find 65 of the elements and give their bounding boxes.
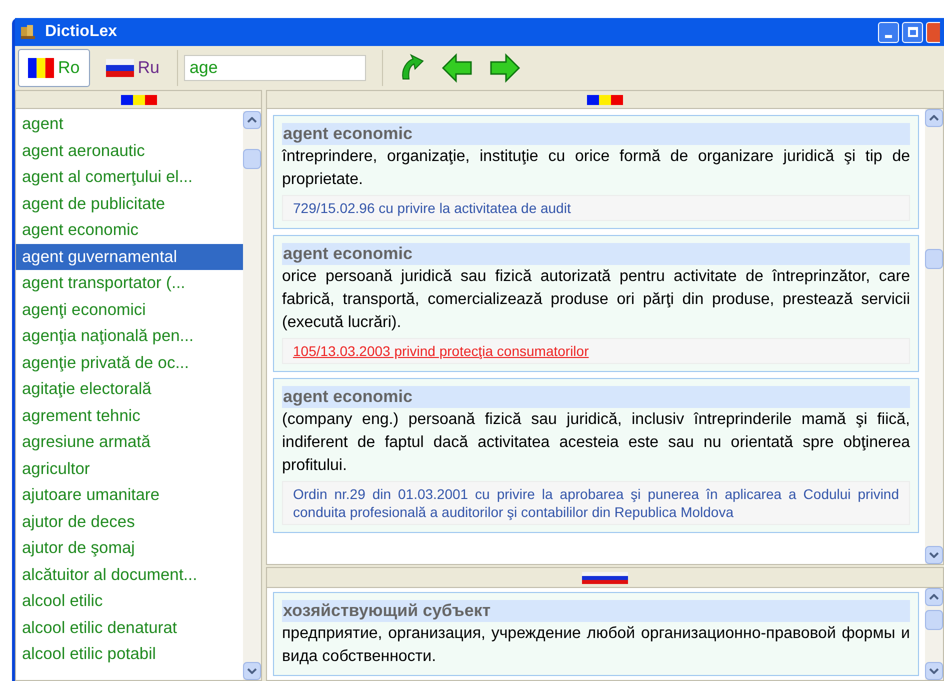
entry-term: agent economic xyxy=(282,386,910,408)
chevron-down-icon xyxy=(929,668,939,674)
close-button[interactable] xyxy=(926,22,940,42)
back-arrow-icon[interactable] xyxy=(441,53,474,83)
romanian-flag-icon xyxy=(28,58,54,78)
word-list-item[interactable]: agent economic xyxy=(16,217,243,244)
scroll-down-button[interactable] xyxy=(243,662,261,680)
scroll-up-button[interactable] xyxy=(925,588,943,606)
chevron-down-icon xyxy=(929,552,939,558)
chevron-down-icon xyxy=(247,668,257,674)
word-list-item[interactable]: agent aeronautic xyxy=(16,138,243,164)
scroll-thumb[interactable] xyxy=(243,149,261,169)
word-list-item[interactable]: agent de publicitate xyxy=(16,190,243,217)
romanian-flag-icon xyxy=(587,94,623,104)
entry-definition: orice persoană juridică sau fizică autorizată pentru activitate de întreprinzător, care fabrică, transportă, comercializează produse ori părţi din produse, prestează servicii (execută lucrări). xyxy=(282,267,910,333)
scroll-down-button[interactable] xyxy=(925,546,943,564)
window-title: DictioLex xyxy=(45,22,118,42)
books-icon xyxy=(19,24,37,40)
search-field[interactable]: age xyxy=(184,55,366,81)
word-list-item[interactable]: agenţia naţională pen... xyxy=(16,323,243,350)
entry-term: agent economic xyxy=(282,123,910,145)
reference-link[interactable]: 105/13.03.2003 privind protecţia consumatorilor xyxy=(293,342,899,360)
scroll-down-button[interactable] xyxy=(925,662,943,680)
word-list-item[interactable]: agenţi economici xyxy=(16,296,243,323)
word-list-item[interactable]: agricultor xyxy=(16,456,243,482)
entry-definition: предприятие, организация, учреждение любой организационно-правовой формы и вида собственности. xyxy=(282,624,910,667)
scroll-up-button[interactable] xyxy=(243,111,261,129)
word-list-item[interactable]: alcool etilic potabil xyxy=(16,641,243,668)
word-list-item[interactable]: agent guvernamental xyxy=(16,244,243,270)
word-list-item[interactable]: agenţie privată de oc... xyxy=(16,350,243,376)
word-list-item[interactable]: ajutor de şomaj xyxy=(16,535,243,562)
scroll-thumb[interactable] xyxy=(925,610,943,630)
word-list-item[interactable]: alcătuitor al document... xyxy=(16,562,243,588)
scrollbar[interactable] xyxy=(925,588,943,680)
chevron-up-icon xyxy=(929,594,939,600)
word-list-item[interactable]: agent transportator (... xyxy=(16,270,243,296)
maximize-button[interactable] xyxy=(902,22,923,42)
word-list-item[interactable]: alcool etilic xyxy=(16,588,243,614)
minimize-button[interactable] xyxy=(878,22,899,42)
word-list-item[interactable]: agent xyxy=(16,111,243,138)
word-list-item[interactable]: ajutoare umanitare xyxy=(16,482,243,508)
word-list-item[interactable]: agresiune armată xyxy=(16,429,243,456)
chevron-up-icon xyxy=(247,117,257,123)
language-button[interactable]: Ru xyxy=(96,49,170,87)
russian-flag-icon xyxy=(106,59,134,77)
language-button[interactable]: Ro xyxy=(18,49,90,87)
word-list-item[interactable]: agitaţie electorală xyxy=(16,376,243,402)
word-list-item[interactable]: ajutor de deces xyxy=(16,508,243,535)
reference-link[interactable]: Ordin nr.29 din 01.03.2001 cu privire la aprobarea şi punerea în aplicarea a Codului privind conduita profesională a auditorilor şi contabililor din Republica Moldova xyxy=(293,485,899,521)
reference-link[interactable]: 729/15.02.96 cu privire la activitatea de audit xyxy=(293,199,899,217)
word-list-item[interactable]: agrement tehnic xyxy=(16,402,243,429)
scrollbar[interactable] xyxy=(925,109,943,564)
word-list-item[interactable]: agent al comerţului el... xyxy=(16,164,243,190)
entry-term: agent economic xyxy=(282,243,910,265)
word-list-item[interactable]: alcool etilic denaturat xyxy=(16,614,243,641)
entry-definition: (company eng.) persoană fizică sau juridică, inclusiv întreprinderile mamă şi fiică, indiferent de faptul dacă activitatea acesteia este sau nu orientată spre obţinerea profitului. xyxy=(282,410,910,476)
scrollbar[interactable] xyxy=(243,111,261,680)
chevron-up-icon xyxy=(929,115,939,121)
entry-definition: întreprindere, organizaţie, instituţie cu orice formă de organizare juridică şi tip de proprietate. xyxy=(282,147,910,190)
forward-arrow-icon[interactable] xyxy=(489,53,522,83)
scroll-up-button[interactable] xyxy=(925,109,943,127)
scroll-thumb[interactable] xyxy=(925,249,943,269)
entry-term: хозяйствующий субъект xyxy=(282,600,910,622)
russian-flag-icon xyxy=(582,572,628,584)
romanian-flag-icon xyxy=(120,94,156,104)
